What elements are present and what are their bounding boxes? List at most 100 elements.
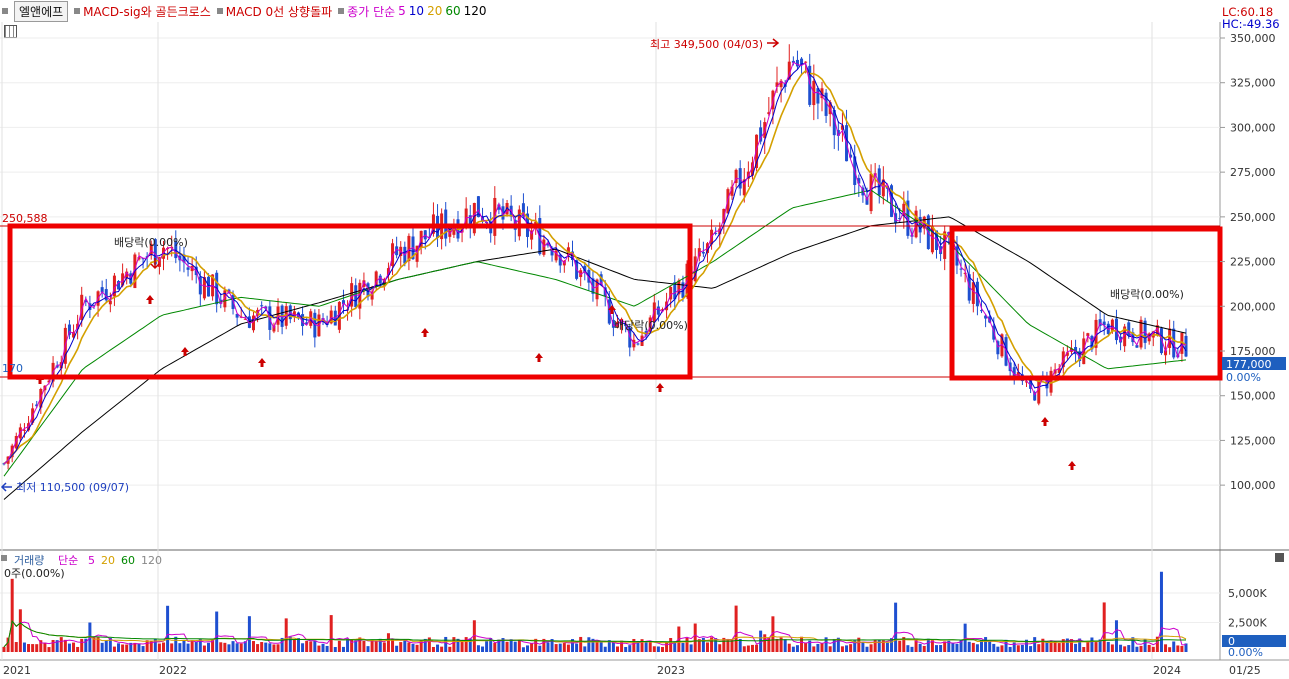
volume-bar [922,645,926,652]
volume-bar [1082,647,1086,652]
panel-close-icon[interactable] [1275,553,1284,562]
volume-tick-label: 2,500K [1228,617,1267,630]
volume-bar [1180,646,1184,652]
signal-up-arrow-icon [656,383,664,392]
volume-bar [1164,644,1168,652]
volume-bar [984,637,988,652]
volume-bar [346,638,350,652]
candle-body [701,251,705,254]
volume-bar [975,644,979,652]
volume-bar [926,638,930,652]
volume-info: 0주(0.00%) [4,567,65,580]
volume-bar [795,645,799,652]
volume-bar [587,637,591,652]
volume-bar [1168,647,1172,652]
volume-bar [689,644,693,652]
volume-bar [681,642,685,652]
volume-bar [849,644,853,652]
volume-bar [219,642,223,652]
volume-bar [117,643,121,652]
volume-bar [1049,641,1053,652]
volume-bar [1000,645,1004,652]
volume-bar [407,642,411,652]
volume-bar [399,642,403,652]
current-volume-label: 0 [1228,635,1235,648]
volume-bar [202,645,206,652]
volume-bar [820,643,824,652]
volume-bar [1123,646,1127,652]
volume-ma-prefix: 단순 [58,554,78,567]
volume-bar [137,643,141,652]
volume-bar [750,644,754,652]
volume-bar [1074,643,1078,652]
volume-bar [235,643,239,652]
volume-bar [2,646,6,652]
volume-bar [100,642,104,652]
volume-bar [599,641,603,652]
volume-axis: 5,000K2,500K0.00% [1228,587,1267,659]
volume-bar [341,646,345,652]
date-tick-label: 2023 [657,664,685,677]
volume-bar [840,646,844,652]
volume-bar [386,633,390,652]
volume-bar [1172,641,1176,652]
signal-up-arrow-icon [1068,461,1076,470]
volume-bar [333,647,337,652]
volume-bar [669,637,673,652]
volume-bar [1147,644,1151,652]
candle-body [251,315,255,331]
svg-text:120: 120 [141,554,162,567]
svg-text:5: 5 [88,554,95,567]
volume-bar [76,646,80,652]
volume-bar [865,646,869,652]
level-170-label: 170 [2,362,23,375]
volume-bar [845,645,849,652]
volume-bar [1176,645,1180,652]
svg-text:20: 20 [101,554,115,567]
volume-bar [72,642,76,652]
volume-bar [530,643,534,652]
volume-bar [787,643,791,652]
volume-bar [395,645,399,652]
panel-menu-icon[interactable] [1,555,7,561]
volume-bar [656,646,660,652]
volume-bar [260,642,264,652]
volume-bar [816,643,820,652]
volume-bar [440,646,444,652]
volume-bar [321,643,325,652]
volume-bar [1094,642,1098,652]
candle-body [22,429,26,431]
volume-bar [403,640,407,652]
price-chart[interactable]: 350,000 325,000 300,000 275,000 250,000 225,0… [0,0,1289,679]
volume-bar [476,645,480,652]
signal-up-arrow-icon [535,353,543,362]
volume-bar [27,644,31,652]
volume-bar [170,643,174,652]
dividend-label: 배당락(0.00%) [614,319,688,332]
volume-bar [1020,644,1024,652]
price-tick-label: 225,000 [1230,256,1276,269]
volume-bar [1127,645,1131,652]
volume-bar [18,609,22,652]
low-label: 최저 110,500 (09/07) [16,481,129,494]
volume-bar [362,640,366,652]
volume-bar [1135,646,1139,652]
volume-bar [227,644,231,652]
volume-bar [444,636,448,652]
volume-bar [415,644,419,652]
volume-bar [693,623,697,652]
volume-bar [685,637,689,652]
volume-bar [828,646,832,652]
volume-bar [268,643,272,652]
signal-up-arrow-icon [1041,417,1049,426]
signal-up-arrow-icon [421,328,429,337]
volume-bar [538,645,542,652]
volume-bar [566,644,570,652]
price-tick-label: 325,000 [1230,77,1276,90]
volume-bar [660,646,664,652]
volume-bar [247,616,251,652]
range-boxes [7,223,1223,381]
dividend-label: 배당락(0.00%) [114,236,188,249]
volume-bar [47,647,51,652]
volume-bar [1114,620,1118,652]
